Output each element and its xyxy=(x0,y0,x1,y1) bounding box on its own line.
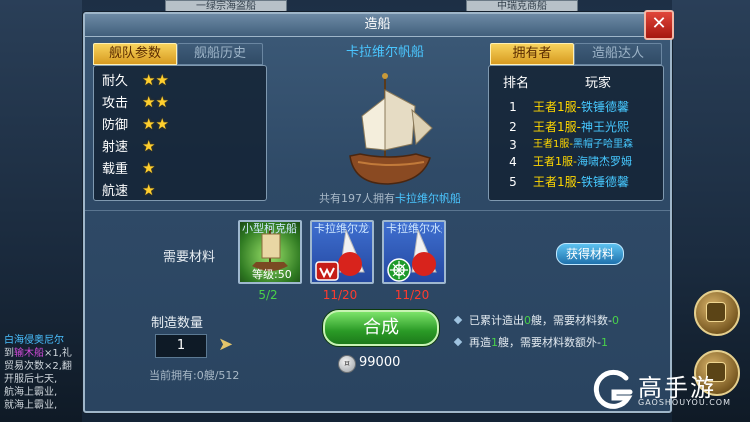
close-button[interactable]: ✕ xyxy=(644,10,674,40)
material-name: 小型柯克船 xyxy=(242,223,297,235)
gaoshouyou-logo-icon xyxy=(593,369,633,409)
bullet-icon xyxy=(453,315,463,325)
bullet-icon xyxy=(453,337,463,347)
increase-quantity-button[interactable]: ➤ xyxy=(218,335,238,355)
star-rating: ★★ xyxy=(142,93,169,111)
col-rank: 排名 xyxy=(503,76,530,91)
dialog-title: 造船 xyxy=(85,14,670,37)
build-button[interactable]: 合成 xyxy=(323,310,439,346)
tab-ship-masters[interactable]: 造船达人 xyxy=(574,43,662,65)
tab-fleet-params[interactable]: 舰队参数 xyxy=(93,43,177,65)
tab-owners[interactable]: 拥有者 xyxy=(490,43,574,65)
ship-name: 卡拉维尔帆船 xyxy=(345,45,424,60)
material-count: 5/2 xyxy=(258,288,278,302)
tab-ship-history[interactable]: 舰船历史 xyxy=(177,43,263,65)
star-rating: ★ xyxy=(142,137,156,155)
star-rating: ★★ xyxy=(142,71,169,89)
owners-summary: 共有197人拥有卡拉维尔帆船 xyxy=(319,192,461,205)
chat-line: 到输木船×1,礼 xyxy=(4,348,72,359)
arrow-right-icon: ➤ xyxy=(218,334,234,355)
owner-row: 1 王者1服-铁锤德馨 xyxy=(509,100,629,114)
section-divider xyxy=(85,210,670,211)
chat-line: 就海上霸业, xyxy=(4,400,58,411)
stats-panel: 耐久 ★★ 攻击 ★★ 防御 ★★ 射速 ★ 载重 ★ 航速 ★ xyxy=(93,65,267,201)
chat-line: 贸易次数×2,翻 xyxy=(4,361,72,372)
stat-durability: 耐久 ★★ xyxy=(102,71,169,89)
info-next-build: 再造1艘，需要材料数额外-1 xyxy=(453,334,608,350)
owner-row: 4 王者1服-海啸杰罗姆 xyxy=(509,155,632,169)
side-menu-button[interactable] xyxy=(694,290,740,336)
material-count: 11/20 xyxy=(394,288,430,302)
stat-speed: 航速 ★ xyxy=(102,181,156,199)
chat-line: 航海上霸业, xyxy=(4,387,58,398)
material-level: 等级:50 xyxy=(252,268,292,281)
material-count: 11/20 xyxy=(322,288,358,302)
owner-row: 2 王者1服-神王光熙 xyxy=(509,120,629,134)
star-rating: ★ xyxy=(142,159,156,177)
shipbuilding-dialog: 造船 ✕ 舰队参数 舰船历史 耐久 ★★ 攻击 ★★ 防御 ★★ 射速 ★ 载重 ★ 航速… xyxy=(83,10,674,413)
quantity-input[interactable]: 1 xyxy=(155,334,207,358)
current-owned: 当前拥有:0艘/512 xyxy=(149,369,240,382)
watermark-domain: GAOSHOUYOU.COM xyxy=(638,398,732,407)
material-name: 卡拉维尔龙骨 xyxy=(314,223,370,235)
stat-defense: 防御 ★★ xyxy=(102,115,169,133)
stat-attack: 攻击 ★★ xyxy=(102,93,169,111)
material-slot-1[interactable]: 小型柯克船 等级:50 xyxy=(238,220,302,284)
col-player: 玩家 xyxy=(585,76,612,91)
chat-line: 开服后七天, xyxy=(4,374,58,385)
get-materials-button[interactable]: 获得材料 xyxy=(556,243,624,265)
star-rating: ★★ xyxy=(142,115,169,133)
owners-panel: 排名 玩家 1 王者1服-铁锤德馨 2 王者1服-神王光熙 3 王者1服-黑帽子哈里森… xyxy=(488,65,664,201)
material-name: 卡拉维尔水舵 xyxy=(386,223,442,235)
chat-line: 白海侵奥尼尔 xyxy=(4,335,64,346)
ship-image xyxy=(349,73,433,185)
owner-row: 5 王者1服-铁锤德馨 xyxy=(509,175,629,189)
stat-fire-rate: 射速 ★ xyxy=(102,137,156,155)
chat-log: 白海侵奥尼尔 到输木船×1,礼 贸易次数×2,翻 开服后七天, 航海上霸业, 就… xyxy=(4,334,82,412)
close-icon: ✕ xyxy=(651,13,667,34)
material-slot-3[interactable]: 卡拉维尔水舵 xyxy=(382,220,446,284)
material-slot-2[interactable]: 卡拉维尔龙骨 xyxy=(310,220,374,284)
silver-coin-icon: ¤ xyxy=(338,355,356,373)
quantity-label: 制造数量 xyxy=(151,316,204,331)
info-built-total: 已累计造出0艘，需要材料数-0 xyxy=(453,312,619,328)
stat-cargo: 载重 ★ xyxy=(102,159,156,177)
fortress-icon xyxy=(706,302,726,322)
build-cost: 99000 xyxy=(359,355,401,370)
watermark: 高手游 GAOSHOUYOU.COM xyxy=(590,366,740,416)
materials-label: 需要材料 xyxy=(163,250,216,265)
star-rating: ★ xyxy=(142,181,156,199)
owner-row: 3 王者1服-黑帽子哈里森 xyxy=(509,138,633,152)
